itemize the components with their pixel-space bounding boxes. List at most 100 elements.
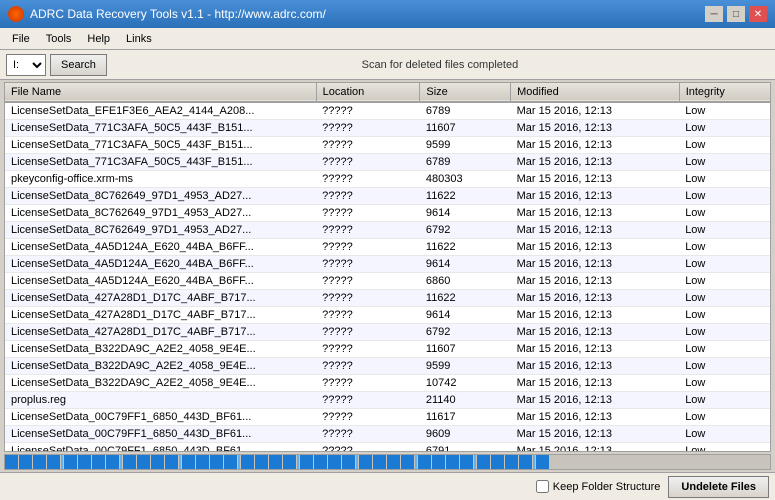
progress-segment (418, 455, 432, 469)
table-cell: 6792 (420, 324, 511, 341)
table-row[interactable]: LicenseSetData_00C79FF1_6850_443D_BF61..… (5, 426, 770, 443)
progress-segment (387, 455, 401, 469)
table-cell: Low (679, 256, 770, 273)
progress-segment (283, 455, 297, 469)
table-cell: LicenseSetData_427A28D1_D17C_4ABF_B717..… (5, 324, 316, 341)
table-row[interactable]: LicenseSetData_771C3AFA_50C5_443F_B151..… (5, 137, 770, 154)
table-row[interactable]: LicenseSetData_8C762649_97D1_4953_AD27..… (5, 222, 770, 239)
col-header-size[interactable]: Size (420, 83, 511, 102)
table-cell: Low (679, 188, 770, 205)
keep-folder-input[interactable] (536, 480, 549, 493)
table-cell: ????? (316, 171, 420, 188)
table-cell: Mar 15 2016, 12:13 (511, 426, 680, 443)
table-cell: Mar 15 2016, 12:13 (511, 392, 680, 409)
menu-bar: FileToolsHelpLinks (0, 28, 775, 50)
menu-item-links[interactable]: Links (118, 31, 160, 47)
table-cell: LicenseSetData_771C3AFA_50C5_443F_B151..… (5, 137, 316, 154)
table-cell: 11622 (420, 239, 511, 256)
table-cell: LicenseSetData_EFE1F3E6_AEA2_4144_A208..… (5, 102, 316, 120)
col-header-modified[interactable]: Modified (511, 83, 680, 102)
table-cell: LicenseSetData_B322DA9C_A2E2_4058_9E4E..… (5, 341, 316, 358)
col-header-location[interactable]: Location (316, 83, 420, 102)
table-cell: Mar 15 2016, 12:13 (511, 443, 680, 453)
table-cell: LicenseSetData_4A5D124A_E620_44BA_B6FF..… (5, 239, 316, 256)
table-cell: LicenseSetData_8C762649_97D1_4953_AD27..… (5, 222, 316, 239)
table-row[interactable]: LicenseSetData_427A28D1_D17C_4ABF_B717..… (5, 307, 770, 324)
table-row[interactable]: LicenseSetData_4A5D124A_E620_44BA_B6FF..… (5, 273, 770, 290)
table-cell: Mar 15 2016, 12:13 (511, 273, 680, 290)
table-cell: ????? (316, 256, 420, 273)
table-cell: Low (679, 392, 770, 409)
progress-segment (300, 455, 314, 469)
table-cell: 10742 (420, 375, 511, 392)
progress-segment (78, 455, 92, 469)
table-row[interactable]: LicenseSetData_8C762649_97D1_4953_AD27..… (5, 188, 770, 205)
maximize-button[interactable]: □ (727, 6, 745, 22)
table-cell: Mar 15 2016, 12:13 (511, 222, 680, 239)
table-cell: 21140 (420, 392, 511, 409)
close-button[interactable]: ✕ (749, 6, 767, 22)
table-cell: Mar 15 2016, 12:13 (511, 375, 680, 392)
table-cell: 11622 (420, 188, 511, 205)
search-button[interactable]: Search (50, 54, 107, 76)
table-row[interactable]: LicenseSetData_771C3AFA_50C5_443F_B151..… (5, 154, 770, 171)
progress-segment (33, 455, 47, 469)
progress-segment (536, 455, 550, 469)
table-cell: ????? (316, 426, 420, 443)
table-body: LicenseSetData_EFE1F3E6_AEA2_4144_A208..… (5, 102, 770, 452)
table-cell: 11622 (420, 290, 511, 307)
progress-segment (342, 455, 356, 469)
minimize-button[interactable]: ─ (705, 6, 723, 22)
table-row[interactable]: proplus.reg?????21140Mar 15 2016, 12:13L… (5, 392, 770, 409)
table-row[interactable]: LicenseSetData_427A28D1_D17C_4ABF_B717..… (5, 290, 770, 307)
progress-segment (241, 455, 255, 469)
table-row[interactable]: LicenseSetData_8C762649_97D1_4953_AD27..… (5, 205, 770, 222)
file-table-container[interactable]: File Name Location Size Modified Integri… (4, 82, 771, 452)
progress-bar (4, 454, 771, 470)
table-cell: ????? (316, 188, 420, 205)
menu-item-file[interactable]: File (4, 31, 38, 47)
table-row[interactable]: LicenseSetData_B322DA9C_A2E2_4058_9E4E..… (5, 358, 770, 375)
bottom-toolbar: Keep Folder Structure Undelete Files (0, 472, 775, 500)
table-row[interactable]: LicenseSetData_427A28D1_D17C_4ABF_B717..… (5, 324, 770, 341)
table-cell: ????? (316, 102, 420, 120)
table-cell: ????? (316, 307, 420, 324)
table-cell: Low (679, 358, 770, 375)
table-cell: LicenseSetData_8C762649_97D1_4953_AD27..… (5, 205, 316, 222)
table-row[interactable]: pkeyconfig-office.xrm-ms?????480303Mar 1… (5, 171, 770, 188)
table-cell: 9609 (420, 426, 511, 443)
table-cell: Mar 15 2016, 12:13 (511, 409, 680, 426)
table-cell: Mar 15 2016, 12:13 (511, 256, 680, 273)
progress-segment (505, 455, 519, 469)
progress-segment (151, 455, 165, 469)
progress-segment (64, 455, 78, 469)
menu-item-tools[interactable]: Tools (38, 31, 80, 47)
progress-segment (5, 455, 19, 469)
table-cell: ????? (316, 341, 420, 358)
table-cell: LicenseSetData_B322DA9C_A2E2_4058_9E4E..… (5, 375, 316, 392)
table-row[interactable]: LicenseSetData_EFE1F3E6_AEA2_4144_A208..… (5, 102, 770, 120)
drive-select[interactable]: I: (6, 54, 46, 76)
table-cell: ????? (316, 273, 420, 290)
col-header-integrity[interactable]: Integrity (679, 83, 770, 102)
table-cell: Mar 15 2016, 12:13 (511, 137, 680, 154)
window-controls: ─ □ ✕ (705, 6, 767, 22)
table-row[interactable]: LicenseSetData_771C3AFA_50C5_443F_B151..… (5, 120, 770, 137)
table-row[interactable]: LicenseSetData_00C79FF1_6850_443D_BF61..… (5, 409, 770, 426)
progress-segment (328, 455, 342, 469)
keep-folder-checkbox[interactable]: Keep Folder Structure (536, 480, 661, 493)
table-row[interactable]: LicenseSetData_4A5D124A_E620_44BA_B6FF..… (5, 256, 770, 273)
undelete-button[interactable]: Undelete Files (668, 476, 769, 498)
table-row[interactable]: LicenseSetData_B322DA9C_A2E2_4058_9E4E..… (5, 341, 770, 358)
progress-segment (373, 455, 387, 469)
progress-segment (460, 455, 474, 469)
table-cell: Low (679, 102, 770, 120)
table-row[interactable]: LicenseSetData_B322DA9C_A2E2_4058_9E4E..… (5, 375, 770, 392)
table-row[interactable]: LicenseSetData_4A5D124A_E620_44BA_B6FF..… (5, 239, 770, 256)
table-row[interactable]: LicenseSetData_00C79FF1_6850_443D_BF61..… (5, 443, 770, 453)
col-header-filename[interactable]: File Name (5, 83, 316, 102)
table-cell: 11607 (420, 120, 511, 137)
menu-item-help[interactable]: Help (79, 31, 118, 47)
progress-segment (123, 455, 137, 469)
table-cell: ????? (316, 290, 420, 307)
